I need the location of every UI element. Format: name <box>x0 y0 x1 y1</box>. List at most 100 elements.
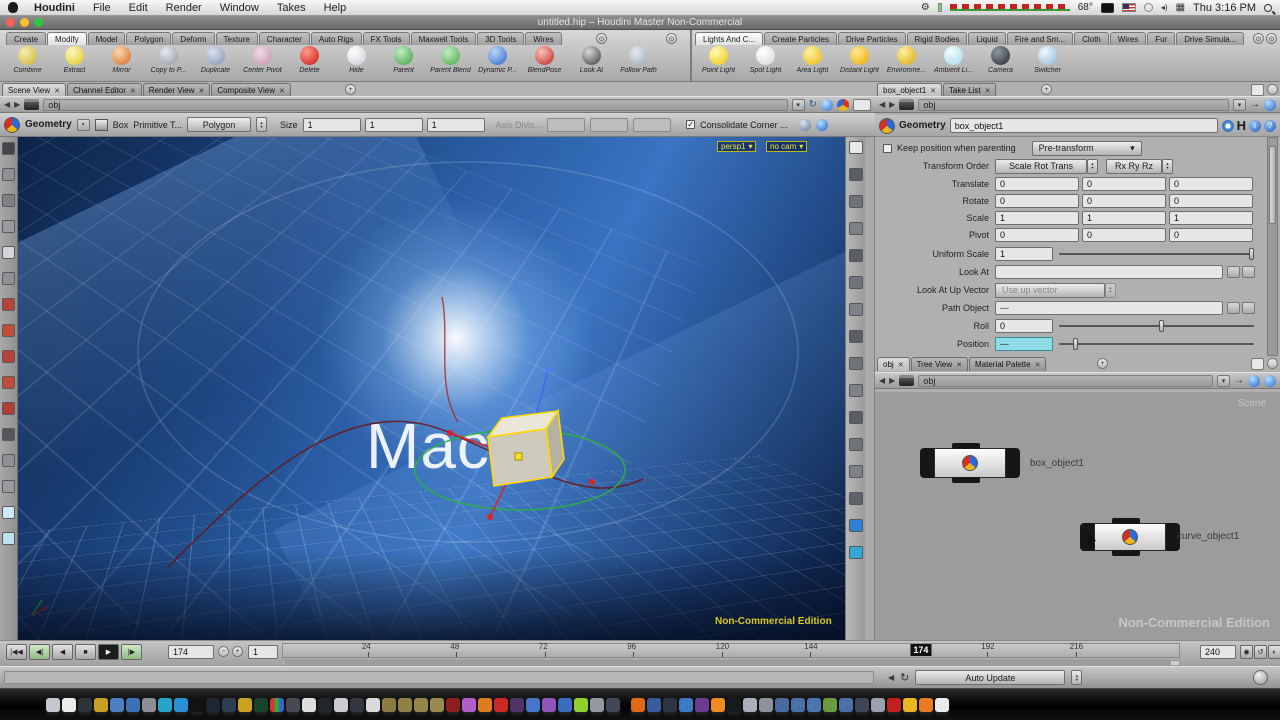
scrollbar-thumb[interactable] <box>284 661 1171 665</box>
close-tab-icon[interactable]: ✕ <box>54 87 60 95</box>
dock-icon[interactable] <box>286 698 300 712</box>
node-input-connector[interactable] <box>952 443 980 449</box>
add-pane-tab-button[interactable]: + <box>1041 84 1052 95</box>
display-toolbar-icon[interactable] <box>849 546 863 559</box>
tool-column-icon[interactable] <box>2 532 15 545</box>
position-slider[interactable] <box>1059 343 1254 345</box>
color-palette-icon[interactable] <box>837 99 849 111</box>
close-tab-icon[interactable]: ✕ <box>930 87 936 95</box>
dock-icon[interactable] <box>871 698 885 712</box>
dock-icon[interactable] <box>775 698 789 712</box>
shelf-tool[interactable]: Point Light <box>695 45 742 81</box>
dock-icon[interactable] <box>823 698 837 712</box>
roll-input[interactable]: 0 <box>995 319 1053 333</box>
shelf-tool[interactable]: Center Pivot <box>239 45 286 81</box>
update-mode-spinner[interactable]: ▲▼ <box>1071 670 1082 685</box>
op-jump-icon[interactable] <box>1242 302 1255 314</box>
dock-icon[interactable] <box>334 698 348 712</box>
dock-icon[interactable] <box>526 698 540 712</box>
tool-column-icon[interactable] <box>2 350 15 363</box>
pane-menu-icon[interactable] <box>1267 358 1278 369</box>
shelf-tab[interactable]: Liquid <box>968 32 1005 45</box>
dock-icon[interactable] <box>558 698 572 712</box>
keep-position-checkbox[interactable] <box>883 144 892 153</box>
primitive-type-spinner[interactable]: ▲▼ <box>256 117 267 132</box>
dock-icon[interactable] <box>807 698 821 712</box>
current-frame-badge[interactable]: 174 <box>910 644 931 656</box>
look-at-input[interactable] <box>995 265 1223 279</box>
shelf-tab[interactable]: Create Particles <box>764 32 837 45</box>
shading-mode-icon[interactable] <box>821 99 833 111</box>
pretransform-dropdown[interactable]: Pre-transform▾ <box>1032 141 1142 156</box>
network-zoom-icon[interactable] <box>1264 375 1276 387</box>
display-options-icon[interactable] <box>853 99 871 111</box>
pane-tab[interactable]: Tree View✕ <box>911 357 968 371</box>
node-left-flag[interactable] <box>920 448 934 478</box>
info-icon[interactable]: i <box>1249 120 1261 132</box>
shelf-tool[interactable]: Distant Light <box>836 45 883 81</box>
display-toolbar-icon[interactable] <box>849 438 863 451</box>
tool-column-icon[interactable] <box>2 194 15 207</box>
translate-input[interactable]: 0 <box>995 177 1079 191</box>
shelf-tab[interactable]: Model <box>88 32 126 45</box>
dock-icon[interactable] <box>887 698 901 712</box>
dock-icon[interactable] <box>903 698 917 712</box>
operation-pin-icon[interactable]: ▪ <box>77 119 90 131</box>
window-titlebar[interactable]: untitled.hip – Houdini Master Non-Commer… <box>0 16 1280 30</box>
dock-icon[interactable] <box>647 698 661 712</box>
scale-input[interactable]: 1 <box>1082 211 1166 225</box>
scale-input[interactable]: 1 <box>995 211 1079 225</box>
display-toolbar-icon[interactable] <box>849 222 863 235</box>
dock-icon[interactable] <box>478 698 492 712</box>
shelf-tool[interactable]: Hide <box>333 45 380 81</box>
shelf-tab[interactable]: Maxwell Tools <box>411 32 477 45</box>
dock-icon[interactable] <box>270 698 284 712</box>
translate-input[interactable]: 0 <box>1169 177 1253 191</box>
volume-icon[interactable]: ◂) <box>1161 3 1168 12</box>
shelf-tab[interactable]: Wires <box>1110 32 1146 45</box>
current-frame-input[interactable]: 174 <box>168 645 214 659</box>
slider-knob[interactable] <box>1073 338 1078 350</box>
tool-column-icon[interactable] <box>2 454 15 467</box>
pane-tab[interactable]: Take List✕ <box>943 83 996 97</box>
rotate-input[interactable]: 0 <box>1169 194 1253 208</box>
refresh-icon[interactable]: ↻ <box>809 99 817 110</box>
path-dropdown-icon[interactable]: ▾ <box>1217 375 1230 387</box>
state-help-icon[interactable] <box>816 119 828 131</box>
shelf-tool[interactable]: Copy to P... <box>145 45 192 81</box>
jump-icon[interactable]: → <box>1250 99 1260 110</box>
display-toolbar-icon[interactable] <box>849 384 863 397</box>
shelf-tab[interactable]: Fire and Sm... <box>1007 32 1073 45</box>
scene-viewport[interactable]: Mac persp1▾ no cam▾ Non-Commercial Editi… <box>18 137 845 640</box>
tool-column-icon[interactable] <box>2 402 15 415</box>
input-language-flag-icon[interactable] <box>1122 3 1136 12</box>
dock-icon[interactable] <box>126 698 140 712</box>
dock-icon[interactable] <box>78 698 92 712</box>
pane-divider[interactable] <box>865 137 875 640</box>
apple-menu-icon[interactable] <box>8 2 18 13</box>
network-path-field[interactable]: obj <box>918 99 1229 111</box>
pane-tab[interactable]: Scene View✕ <box>2 83 66 97</box>
shelf-tool[interactable]: Follow Path <box>615 45 662 81</box>
playbar-button[interactable]: ■ <box>75 644 96 660</box>
houdini-help-letter[interactable]: H <box>1237 118 1246 133</box>
close-tab-icon[interactable]: ✕ <box>956 361 962 369</box>
shelf-tab[interactable]: Create <box>6 32 46 45</box>
rotate-order-dropdown[interactable]: Rx Ry Rz <box>1106 159 1162 174</box>
dock-icon[interactable] <box>62 698 76 712</box>
dock-icon[interactable] <box>254 698 268 712</box>
shelf-tab[interactable]: Polygon <box>126 32 171 45</box>
node-body[interactable] <box>934 448 1006 478</box>
path-dropdown-icon[interactable]: ▾ <box>792 99 805 111</box>
shelf-scroll-right-button[interactable]: ⊙ <box>666 33 677 44</box>
tool-column-icon[interactable] <box>2 506 15 519</box>
pane-tab[interactable]: Material Palette✕ <box>969 357 1046 371</box>
tool-column-icon[interactable] <box>2 376 15 389</box>
primitive-type-dropdown[interactable]: Polygon <box>187 117 251 132</box>
tool-column-icon[interactable] <box>2 272 15 285</box>
display-toolbar-icon[interactable] <box>849 330 863 343</box>
shelf-tool[interactable]: Dynamic P... <box>474 45 521 81</box>
transform-order-spinner[interactable]: ▲▼ <box>1087 159 1098 174</box>
scrollbar-thumb[interactable] <box>1269 146 1276 224</box>
node-flag-icon[interactable] <box>1222 120 1234 132</box>
